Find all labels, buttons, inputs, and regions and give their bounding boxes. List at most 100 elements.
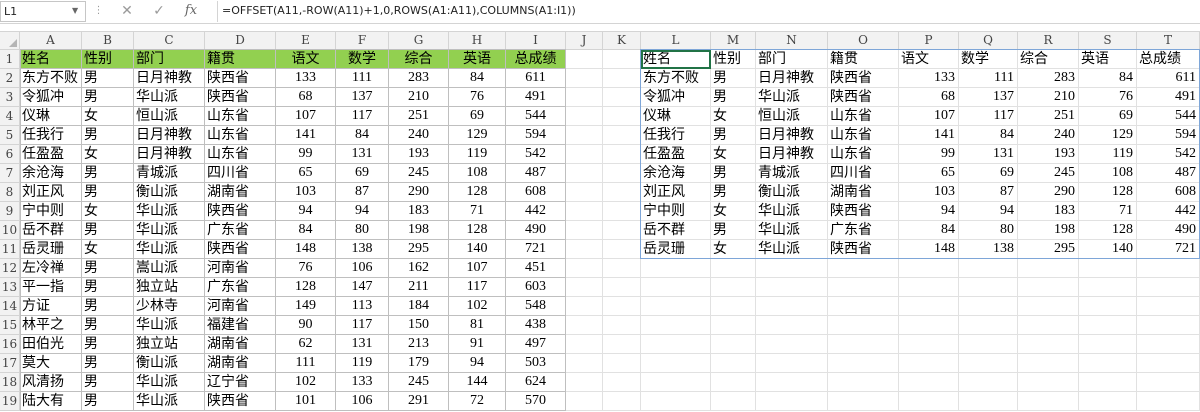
left-data-cell[interactable]: 80 bbox=[336, 221, 389, 240]
row-header-5[interactable]: 5 bbox=[0, 126, 20, 145]
column-header-g[interactable]: G bbox=[389, 32, 449, 50]
right-data-cell[interactable]: 491 bbox=[1137, 88, 1200, 107]
left-data-cell[interactable]: 141 bbox=[276, 126, 336, 145]
right-data-cell[interactable]: 山东省 bbox=[828, 126, 899, 145]
right-data-cell[interactable]: 133 bbox=[899, 69, 959, 88]
empty-cell[interactable] bbox=[1018, 373, 1079, 392]
empty-cell[interactable] bbox=[566, 126, 603, 145]
insert-function-icon[interactable]: fx bbox=[180, 0, 202, 22]
left-data-cell[interactable]: 111 bbox=[276, 354, 336, 373]
right-data-cell[interactable]: 111 bbox=[959, 69, 1018, 88]
left-data-cell[interactable]: 149 bbox=[276, 297, 336, 316]
left-data-cell[interactable]: 91 bbox=[449, 335, 506, 354]
selected-cell-l1[interactable]: 姓名 bbox=[641, 50, 711, 69]
left-data-cell[interactable]: 华山派 bbox=[134, 373, 205, 392]
right-data-cell[interactable]: 103 bbox=[899, 183, 959, 202]
left-data-cell[interactable]: 442 bbox=[506, 202, 566, 221]
empty-cell[interactable] bbox=[603, 259, 641, 278]
formula-input[interactable]: =OFFSET(A11,-ROW(A11)+1,0,ROWS(A1:A11),C… bbox=[217, 1, 1200, 22]
right-data-cell[interactable]: 84 bbox=[959, 126, 1018, 145]
left-data-cell[interactable]: 128 bbox=[276, 278, 336, 297]
empty-cell[interactable] bbox=[566, 69, 603, 88]
right-data-cell[interactable]: 女 bbox=[711, 107, 756, 126]
right-data-cell[interactable]: 138 bbox=[959, 240, 1018, 259]
right-data-cell[interactable]: 594 bbox=[1137, 126, 1200, 145]
row-header-17[interactable]: 17 bbox=[0, 354, 20, 373]
left-data-cell[interactable]: 男 bbox=[82, 373, 134, 392]
empty-cell[interactable] bbox=[711, 259, 756, 278]
right-data-cell[interactable]: 女 bbox=[711, 145, 756, 164]
right-header-cell[interactable]: 总成绩 bbox=[1137, 50, 1200, 69]
right-data-cell[interactable]: 陕西省 bbox=[828, 88, 899, 107]
left-data-cell[interactable]: 68 bbox=[276, 88, 336, 107]
left-data-cell[interactable]: 男 bbox=[82, 69, 134, 88]
left-data-cell[interactable]: 陕西省 bbox=[205, 392, 276, 411]
left-data-cell[interactable]: 陆大有 bbox=[20, 392, 82, 411]
spreadsheet-grid[interactable]: A B C D E F G H I J K L M N O P Q R S T 1 2 3 4 5 6 7 8 9 10 11 12 13 14 1… bbox=[0, 32, 1200, 412]
right-data-cell[interactable]: 东方不败 bbox=[641, 69, 711, 88]
left-data-cell[interactable]: 99 bbox=[276, 145, 336, 164]
right-data-cell[interactable]: 日月神教 bbox=[756, 126, 828, 145]
right-data-cell[interactable]: 69 bbox=[1079, 107, 1137, 126]
left-data-cell[interactable]: 华山派 bbox=[134, 316, 205, 335]
left-data-cell[interactable]: 田伯光 bbox=[20, 335, 82, 354]
left-data-cell[interactable]: 华山派 bbox=[134, 221, 205, 240]
right-data-cell[interactable]: 日月神教 bbox=[756, 145, 828, 164]
empty-cell[interactable] bbox=[603, 316, 641, 335]
left-data-cell[interactable]: 119 bbox=[336, 354, 389, 373]
right-data-cell[interactable]: 女 bbox=[711, 202, 756, 221]
chevron-down-icon[interactable]: ▼ bbox=[72, 1, 78, 20]
right-data-cell[interactable]: 251 bbox=[1018, 107, 1079, 126]
left-data-cell[interactable]: 女 bbox=[82, 202, 134, 221]
left-data-cell[interactable]: 湖南省 bbox=[205, 354, 276, 373]
right-data-cell[interactable]: 240 bbox=[1018, 126, 1079, 145]
empty-cell[interactable] bbox=[603, 69, 641, 88]
left-data-cell[interactable]: 男 bbox=[82, 297, 134, 316]
drag-handle-icon[interactable]: ⋮ bbox=[93, 0, 104, 22]
left-data-cell[interactable]: 余沧海 bbox=[20, 164, 82, 183]
empty-cell[interactable] bbox=[566, 373, 603, 392]
empty-cell[interactable] bbox=[711, 316, 756, 335]
left-data-cell[interactable]: 133 bbox=[336, 373, 389, 392]
right-data-cell[interactable]: 华山派 bbox=[756, 240, 828, 259]
column-header-e[interactable]: E bbox=[276, 32, 336, 50]
right-data-cell[interactable]: 华山派 bbox=[756, 88, 828, 107]
right-data-cell[interactable]: 107 bbox=[899, 107, 959, 126]
left-data-cell[interactable]: 84 bbox=[336, 126, 389, 145]
left-data-cell[interactable]: 令狐冲 bbox=[20, 88, 82, 107]
right-data-cell[interactable]: 陕西省 bbox=[828, 240, 899, 259]
left-data-cell[interactable]: 河南省 bbox=[205, 259, 276, 278]
empty-cell[interactable] bbox=[566, 297, 603, 316]
empty-cell[interactable] bbox=[603, 183, 641, 202]
left-data-cell[interactable]: 291 bbox=[389, 392, 449, 411]
left-data-cell[interactable]: 男 bbox=[82, 354, 134, 373]
empty-cell[interactable] bbox=[756, 316, 828, 335]
empty-cell[interactable] bbox=[959, 354, 1018, 373]
right-data-cell[interactable]: 岳不群 bbox=[641, 221, 711, 240]
left-data-cell[interactable]: 日月神教 bbox=[134, 126, 205, 145]
left-data-cell[interactable]: 华山派 bbox=[134, 392, 205, 411]
empty-cell[interactable] bbox=[566, 335, 603, 354]
left-data-cell[interactable]: 611 bbox=[506, 69, 566, 88]
right-data-cell[interactable]: 84 bbox=[899, 221, 959, 240]
left-data-cell[interactable]: 岳不群 bbox=[20, 221, 82, 240]
left-data-cell[interactable]: 295 bbox=[389, 240, 449, 259]
right-data-cell[interactable]: 华山派 bbox=[756, 202, 828, 221]
left-data-cell[interactable]: 山东省 bbox=[205, 107, 276, 126]
right-data-cell[interactable]: 245 bbox=[1018, 164, 1079, 183]
right-data-cell[interactable]: 余沧海 bbox=[641, 164, 711, 183]
empty-cell[interactable] bbox=[899, 354, 959, 373]
empty-cell[interactable] bbox=[1079, 297, 1137, 316]
empty-cell[interactable] bbox=[1018, 259, 1079, 278]
left-data-cell[interactable]: 490 bbox=[506, 221, 566, 240]
right-data-cell[interactable]: 任盈盈 bbox=[641, 145, 711, 164]
left-data-cell[interactable]: 193 bbox=[389, 145, 449, 164]
empty-cell[interactable] bbox=[566, 259, 603, 278]
right-data-cell[interactable]: 721 bbox=[1137, 240, 1200, 259]
left-data-cell[interactable]: 女 bbox=[82, 145, 134, 164]
row-header-7[interactable]: 7 bbox=[0, 164, 20, 183]
column-header-k[interactable]: K bbox=[603, 32, 641, 50]
empty-cell[interactable] bbox=[828, 316, 899, 335]
right-header-cell[interactable]: 数学 bbox=[959, 50, 1018, 69]
left-data-cell[interactable]: 107 bbox=[449, 259, 506, 278]
